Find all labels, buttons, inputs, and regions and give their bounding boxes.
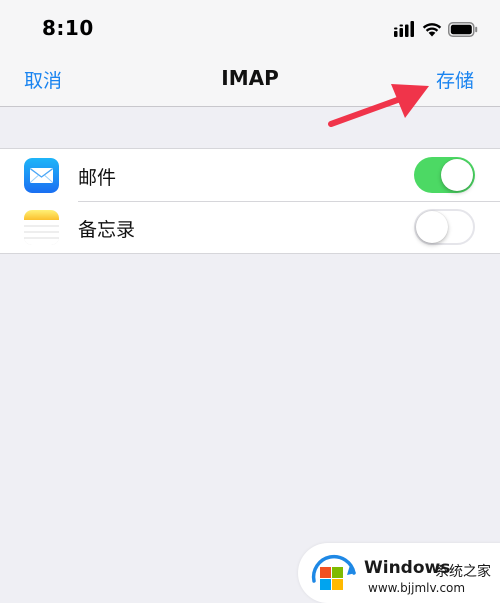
mail-toggle[interactable]	[414, 157, 475, 193]
toggle-knob	[416, 211, 448, 243]
save-button[interactable]: 存储	[436, 66, 474, 93]
status-bar: 8:10	[0, 0, 500, 52]
toggle-knob	[441, 159, 473, 191]
wifi-icon	[422, 22, 442, 37]
account-data-list: 邮件 备忘录	[0, 148, 500, 254]
watermark: Windows 系统之家 www.bjjmlv.com	[298, 543, 500, 603]
watermark-subtitle: 系统之家	[435, 564, 491, 580]
list-item-label: 邮件	[78, 167, 117, 189]
list-item-mail: 邮件	[0, 149, 500, 201]
notes-app-icon	[24, 210, 59, 245]
watermark-url: www.bjjmlv.com	[368, 581, 466, 595]
annotation-arrow-icon	[325, 80, 435, 134]
list-item-label: 备忘录	[78, 219, 136, 241]
notes-toggle[interactable]	[414, 209, 475, 245]
mail-app-icon	[24, 158, 59, 193]
status-time: 8:10	[42, 16, 94, 40]
list-item-notes: 备忘录	[0, 201, 500, 253]
battery-icon	[448, 21, 478, 37]
status-icons	[394, 19, 478, 39]
cellular-signal-icon	[394, 21, 416, 37]
windows-logo-icon	[310, 551, 358, 599]
